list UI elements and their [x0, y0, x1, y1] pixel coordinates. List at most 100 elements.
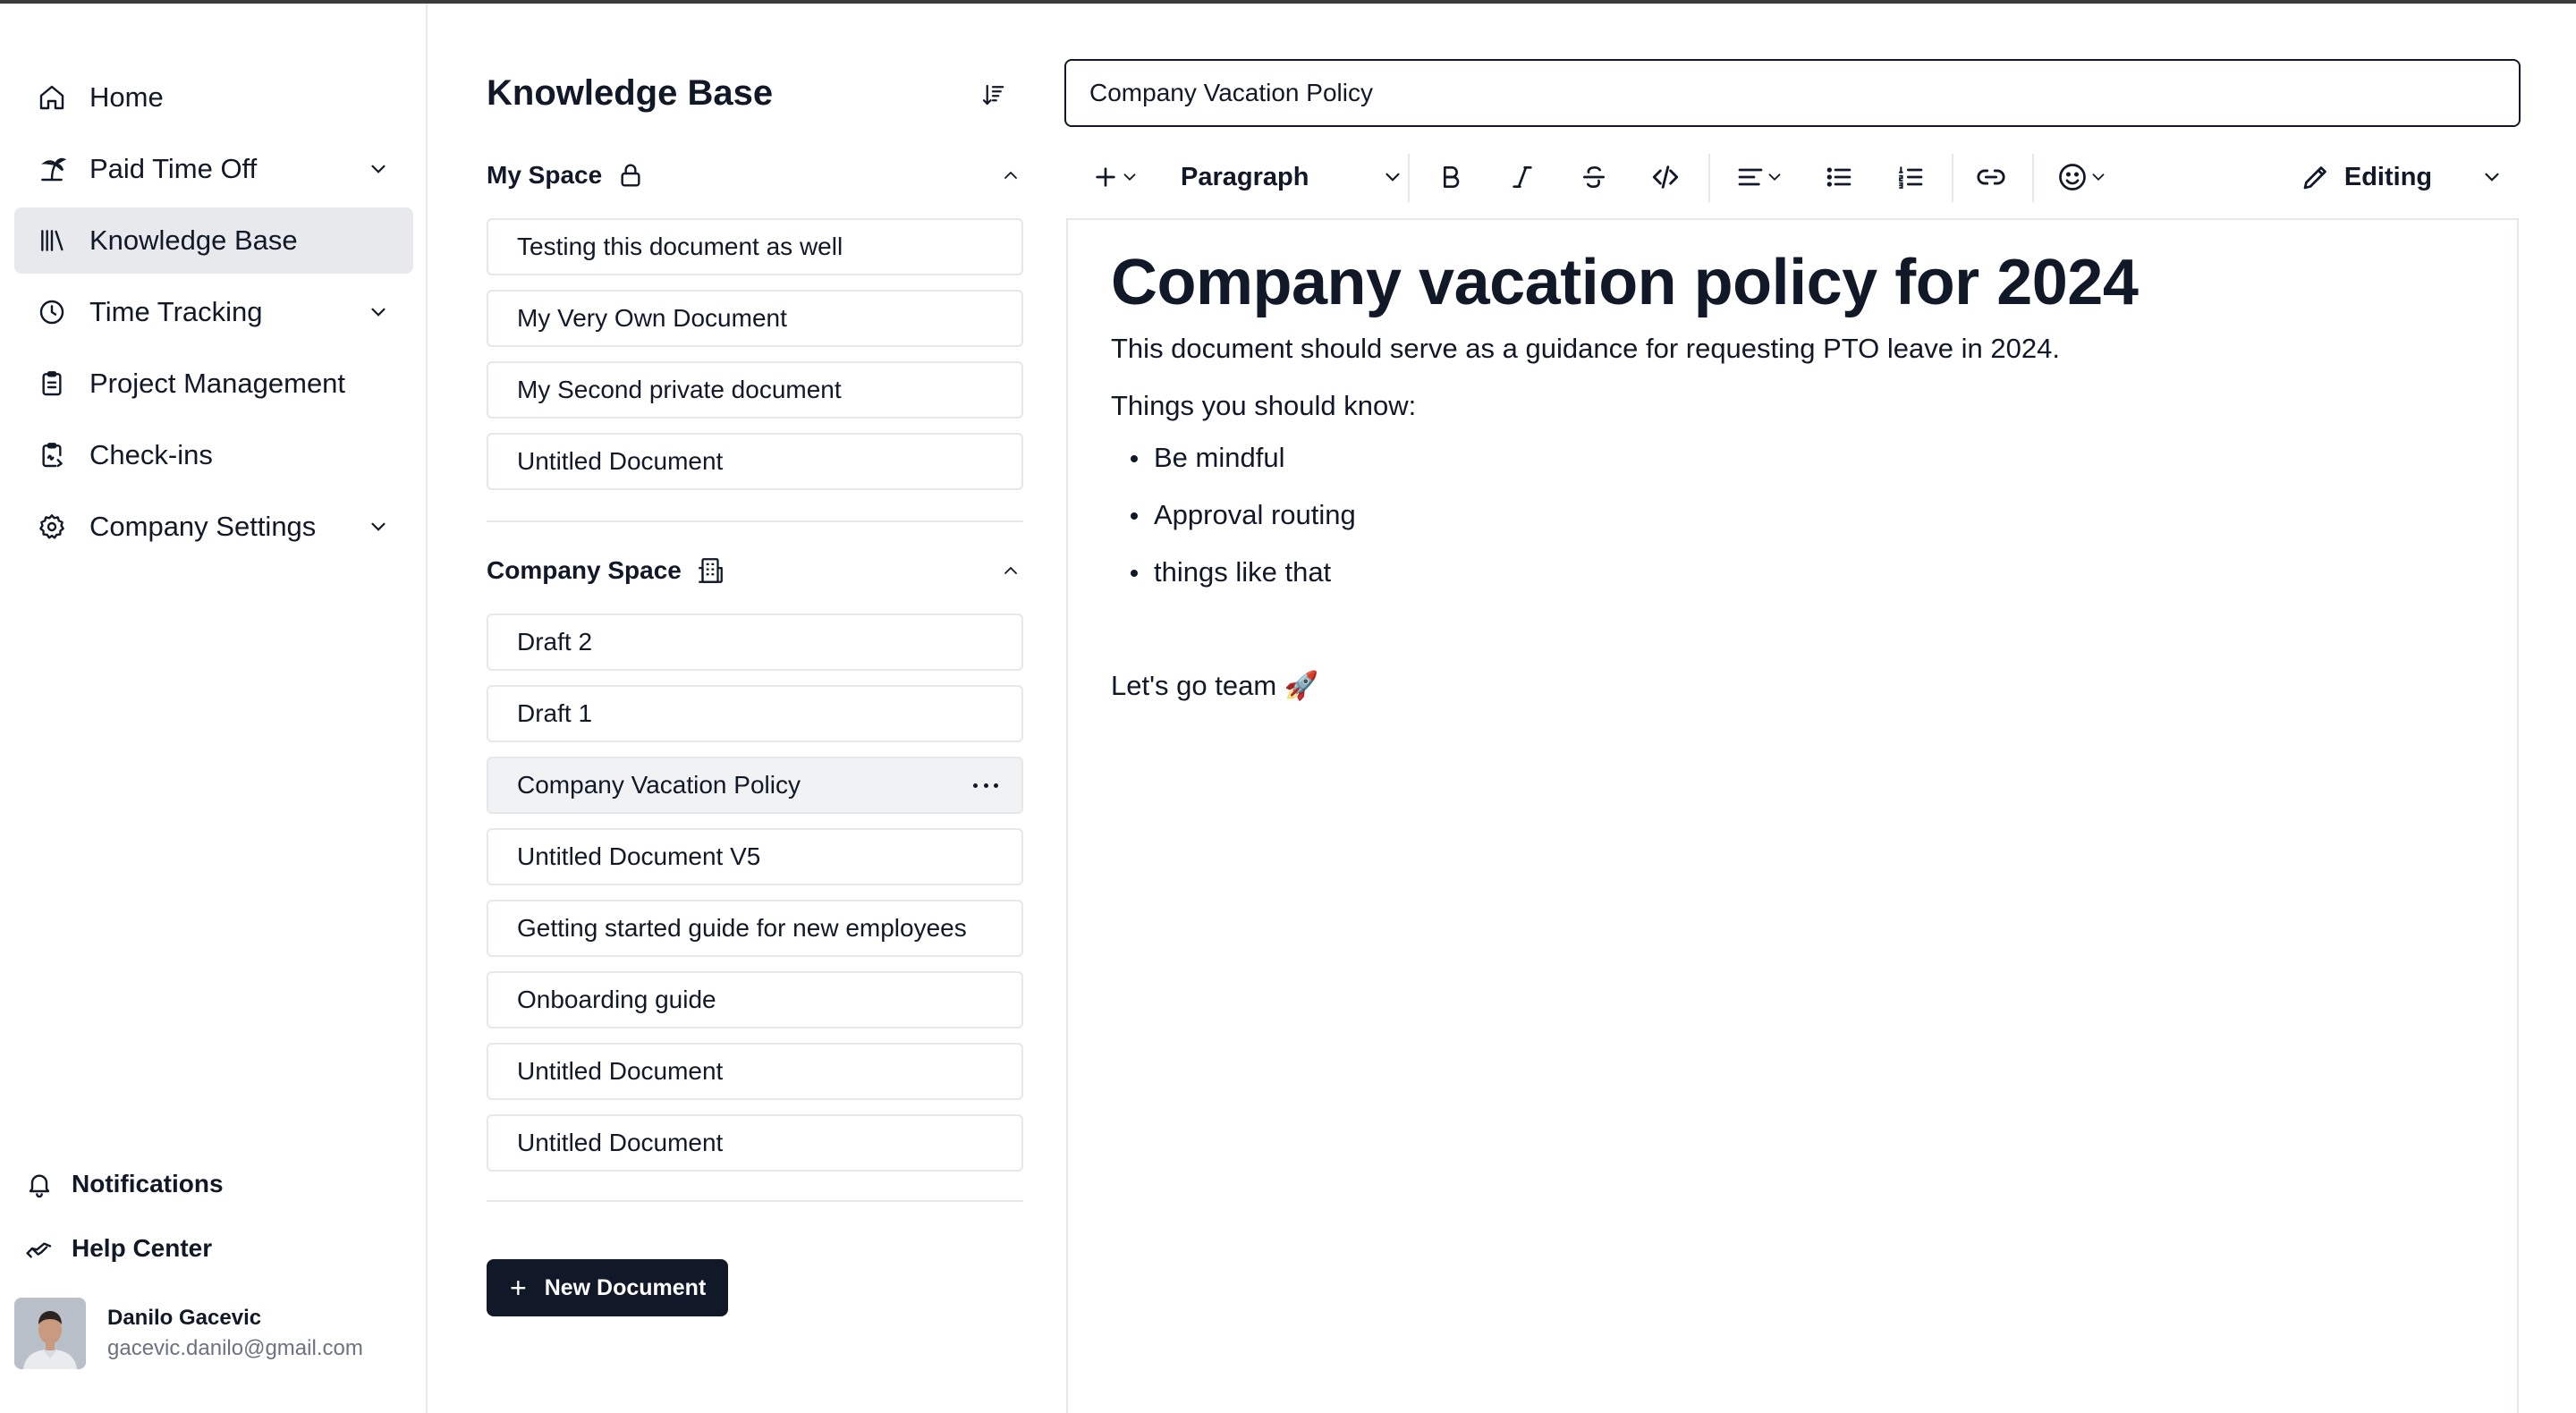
- strikethrough-button[interactable]: [1567, 154, 1621, 200]
- document-intro: This document should serve as a guidance…: [1111, 333, 2060, 364]
- avatar: [14, 1298, 86, 1369]
- chevron-down-icon: [2480, 165, 2504, 189]
- user-profile[interactable]: Danilo Gacevic gacevic.danilo@gmail.com: [14, 1295, 417, 1372]
- toolbar-divider: [2032, 154, 2034, 202]
- sidebar-item-project-management[interactable]: Project Management: [14, 351, 413, 417]
- document-item[interactable]: Untitled Document: [487, 1114, 1023, 1172]
- code-button[interactable]: [1639, 154, 1692, 200]
- user-email: gacevic.danilo@gmail.com: [107, 1336, 363, 1360]
- lock-icon: [614, 159, 647, 191]
- pencil-icon: [2300, 161, 2332, 193]
- sidebar: Home Paid Time Off Knowledge Base Time T…: [0, 4, 428, 1413]
- document-item-selected[interactable]: Company Vacation Policy: [487, 757, 1023, 814]
- document-item[interactable]: My Very Own Document: [487, 290, 1023, 347]
- sort-button[interactable]: [973, 75, 1013, 114]
- bell-icon: [25, 1170, 54, 1198]
- emoji-button[interactable]: [2046, 154, 2118, 200]
- document-item[interactable]: Draft 1: [487, 685, 1023, 742]
- document-item[interactable]: Getting started guide for new employees: [487, 900, 1023, 957]
- sidebar-item-label: Paid Time Off: [89, 153, 258, 184]
- more-options-icon[interactable]: [973, 774, 998, 796]
- sidebar-item-knowledge-base[interactable]: Knowledge Base: [14, 207, 413, 274]
- chevron-down-icon[interactable]: [367, 300, 390, 324]
- sidebar-item-paid-time-off[interactable]: Paid Time Off: [14, 136, 413, 202]
- library-icon: [36, 224, 68, 257]
- text-align-button[interactable]: [1724, 154, 1796, 200]
- document-item[interactable]: Draft 2: [487, 613, 1023, 671]
- chevron-down-icon[interactable]: [367, 157, 390, 181]
- document-title-input[interactable]: [1064, 59, 2521, 127]
- block-type-label: Paragraph: [1181, 162, 1309, 191]
- clock-icon: [36, 296, 68, 328]
- company-space-header[interactable]: Company Space: [487, 549, 1023, 592]
- bullet-list-button[interactable]: [1812, 154, 1866, 200]
- sidebar-item-label: Check-ins: [89, 439, 213, 470]
- building-icon: [694, 554, 726, 587]
- user-name: Danilo Gacevic: [107, 1306, 262, 1330]
- palm-tree-icon: [36, 153, 68, 185]
- notifications-link[interactable]: Notifications: [25, 1157, 224, 1211]
- help-center-link[interactable]: Help Center: [25, 1222, 212, 1275]
- editor-toolbar: Paragraph Editing: [1064, 147, 2521, 209]
- strikethrough-icon: [1580, 163, 1608, 191]
- document-item[interactable]: Untitled Document: [487, 1043, 1023, 1100]
- toolbar-divider: [1952, 154, 1953, 202]
- sidebar-item-label: Company Settings: [89, 511, 317, 542]
- insert-block-button[interactable]: [1084, 154, 1147, 200]
- document-item[interactable]: My Second private document: [487, 361, 1023, 419]
- list-item: Be mindful: [1111, 429, 2138, 487]
- sidebar-item-home[interactable]: Home: [14, 64, 413, 131]
- company-space-label: Company Space: [487, 556, 682, 584]
- bold-icon: [1436, 163, 1465, 191]
- toolbar-divider: [1708, 154, 1710, 202]
- knowledge-base-panel: Knowledge Base My Space Testing this doc…: [428, 4, 1055, 1413]
- list-item: things like that: [1111, 544, 2138, 601]
- sidebar-item-label: Home: [89, 81, 164, 113]
- chevron-down-icon: [1120, 167, 1140, 187]
- sort-icon: [979, 81, 1006, 108]
- document-title: Company Vacation Policy: [517, 771, 801, 799]
- align-left-icon: [1736, 163, 1765, 191]
- handshake-icon: [25, 1234, 54, 1263]
- document-item[interactable]: Testing this document as well: [487, 218, 1023, 275]
- document-item[interactable]: Untitled Document V5: [487, 828, 1023, 885]
- smiley-icon: [2056, 161, 2089, 193]
- bullet-list: Be mindful Approval routing things like …: [1111, 429, 2138, 601]
- editing-mode-dropdown[interactable]: [2472, 154, 2512, 200]
- new-document-label: New Document: [544, 1274, 707, 1300]
- sidebar-item-label: Time Tracking: [89, 296, 263, 327]
- sidebar-item-check-ins[interactable]: Check-ins: [14, 422, 413, 488]
- document-item[interactable]: Untitled Document: [487, 433, 1023, 490]
- page-title: Knowledge Base: [487, 73, 774, 113]
- gear-icon: [36, 511, 68, 543]
- numbered-list-button[interactable]: [1884, 154, 1937, 200]
- help-center-label: Help Center: [72, 1234, 213, 1262]
- new-document-button[interactable]: + New Document: [487, 1259, 728, 1316]
- sidebar-item-company-settings[interactable]: Company Settings: [14, 494, 413, 560]
- italic-icon: [1508, 163, 1537, 191]
- sidebar-item-time-tracking[interactable]: Time Tracking: [14, 279, 413, 345]
- chevron-down-icon: [1381, 165, 1404, 189]
- chevron-up-icon[interactable]: [1000, 560, 1021, 581]
- chevron-down-icon: [1765, 167, 1784, 187]
- document-item[interactable]: Onboarding guide: [487, 971, 1023, 1028]
- bold-button[interactable]: [1424, 154, 1478, 200]
- chevron-down-icon: [2089, 167, 2108, 187]
- document-heading: Company vacation policy for 2024: [1111, 247, 2139, 318]
- chevron-up-icon[interactable]: [1000, 165, 1021, 186]
- italic-button[interactable]: [1496, 154, 1549, 200]
- clipboard-signature-icon: [36, 439, 68, 471]
- numbered-list-icon: [1896, 163, 1925, 191]
- my-space-header[interactable]: My Space: [487, 154, 1023, 197]
- clipboard-list-icon: [36, 368, 68, 400]
- document-editor[interactable]: Company vacation policy for 2024 This do…: [1066, 218, 2519, 1413]
- block-type-select[interactable]: Paragraph: [1181, 154, 1404, 200]
- chevron-down-icon[interactable]: [367, 515, 390, 538]
- link-button[interactable]: [1964, 154, 2018, 200]
- my-space-label: My Space: [487, 161, 603, 189]
- toolbar-divider: [1408, 154, 1410, 202]
- link-icon: [1976, 162, 2006, 192]
- sidebar-item-label: Knowledge Base: [89, 224, 298, 256]
- editing-mode-button[interactable]: Editing: [2290, 154, 2442, 200]
- bullet-list-icon: [1825, 163, 1853, 191]
